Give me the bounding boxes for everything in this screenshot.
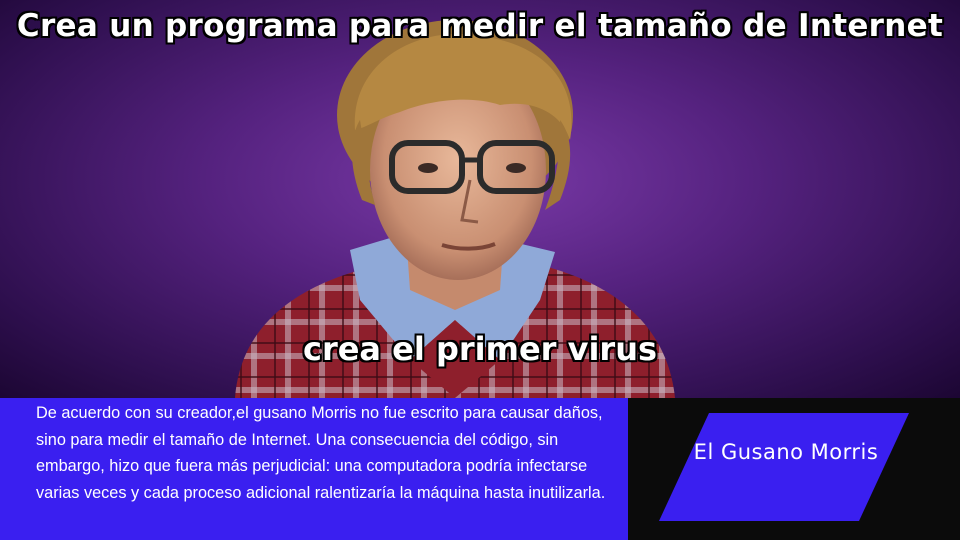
title-card-text: El Gusano Morris <box>693 440 879 464</box>
meme-bottom-caption: crea el primer virus <box>302 330 658 368</box>
meme-canvas: Crea un programa para medir el tamaño de… <box>0 0 960 540</box>
info-paragraph: De acuerdo con su creador,el gusano Morr… <box>36 404 606 502</box>
info-panel: De acuerdo con su creador,el gusano Morr… <box>0 398 628 540</box>
meme-top-caption: Crea un programa para medir el tamaño de… <box>16 8 944 44</box>
